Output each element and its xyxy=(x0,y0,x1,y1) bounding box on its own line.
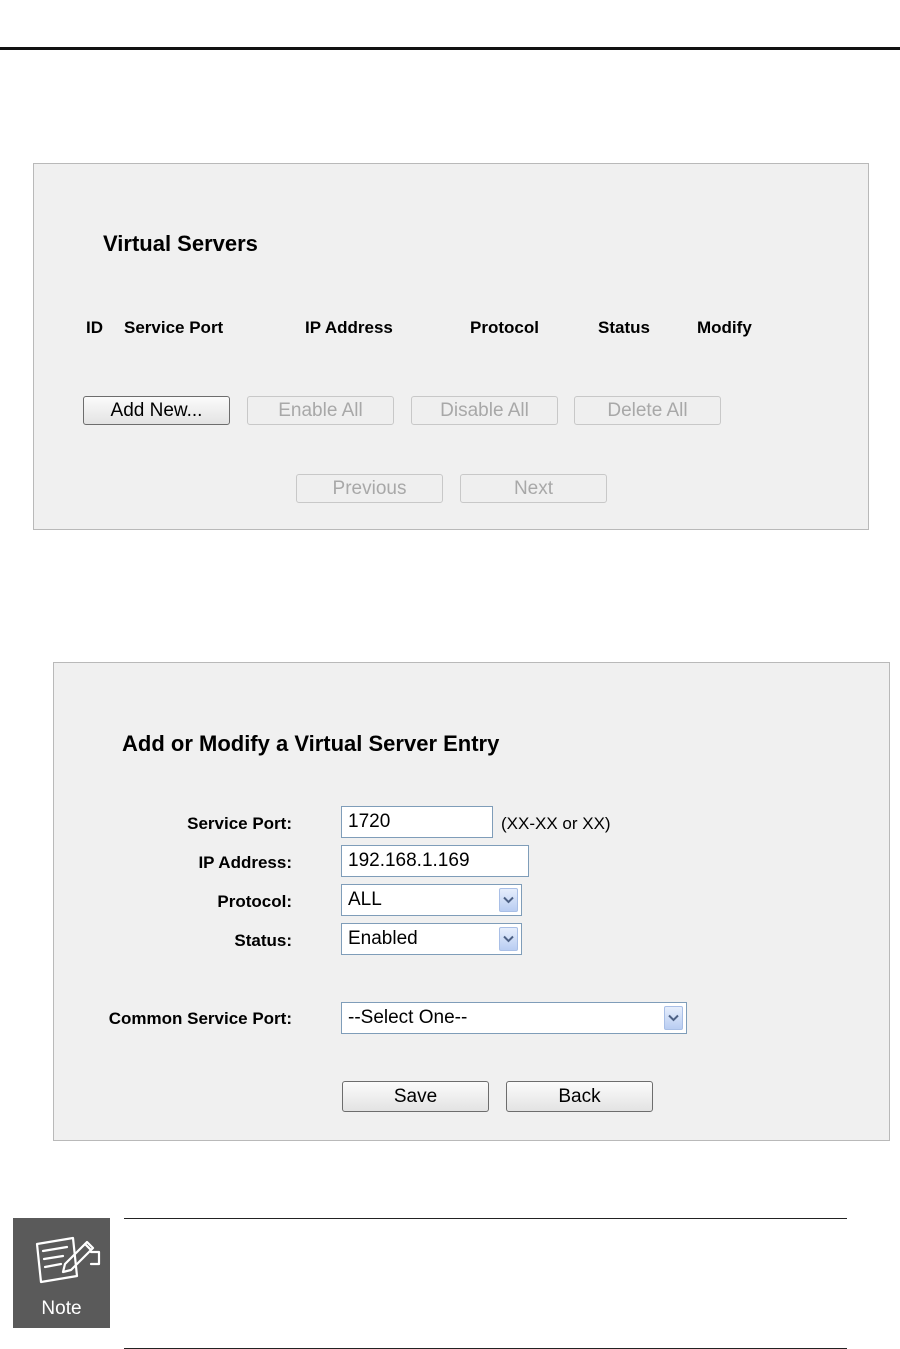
protocol-label: Protocol: xyxy=(217,892,292,911)
back-button[interactable]: Back xyxy=(506,1081,653,1112)
chevron-down-icon[interactable] xyxy=(664,1006,683,1030)
common-service-port-select[interactable]: --Select One-- xyxy=(341,1002,687,1034)
ip-address-input[interactable] xyxy=(341,845,529,877)
protocol-select-value: ALL xyxy=(348,889,382,910)
note-icon: Note xyxy=(13,1218,110,1328)
column-header-service-port: Service Port xyxy=(124,318,224,337)
save-button[interactable]: Save xyxy=(342,1081,489,1112)
status-select-value: Enabled xyxy=(348,928,418,949)
common-service-port-value: --Select One-- xyxy=(348,1007,468,1028)
status-label: Status: xyxy=(234,931,292,950)
service-port-label: Service Port: xyxy=(187,814,292,833)
chevron-down-icon[interactable] xyxy=(499,927,518,951)
enable-all-button[interactable]: Enable All xyxy=(247,396,394,425)
column-header-protocol: Protocol xyxy=(470,318,539,337)
add-new-button[interactable]: Add New... xyxy=(83,396,230,425)
common-service-port-label: Common Service Port: xyxy=(108,1009,292,1028)
chevron-down-icon[interactable] xyxy=(499,888,518,912)
entry-form-title: Add or Modify a Virtual Server Entry xyxy=(122,731,500,756)
ip-address-label: IP Address: xyxy=(198,853,292,872)
disable-all-button[interactable]: Disable All xyxy=(411,396,558,425)
page-top-rule xyxy=(0,47,900,50)
status-select[interactable]: Enabled xyxy=(341,923,522,955)
virtual-servers-title: Virtual Servers xyxy=(103,231,258,256)
next-button[interactable]: Next xyxy=(460,474,607,503)
note-label: Note xyxy=(41,1298,82,1319)
column-header-modify: Modify xyxy=(697,318,752,337)
service-port-input[interactable] xyxy=(341,806,493,838)
column-header-status: Status xyxy=(598,318,650,337)
delete-all-button[interactable]: Delete All xyxy=(574,396,721,425)
column-header-ip-address: IP Address xyxy=(305,318,393,337)
service-port-hint: (XX-XX or XX) xyxy=(501,814,611,833)
protocol-select[interactable]: ALL xyxy=(341,884,522,916)
previous-button[interactable]: Previous xyxy=(296,474,443,503)
column-header-id: ID xyxy=(86,318,103,337)
virtual-servers-panel: Virtual Servers ID Service Port IP Addre… xyxy=(33,163,869,530)
virtual-server-entry-panel: Add or Modify a Virtual Server Entry Ser… xyxy=(53,662,890,1141)
note-top-rule xyxy=(124,1218,847,1219)
